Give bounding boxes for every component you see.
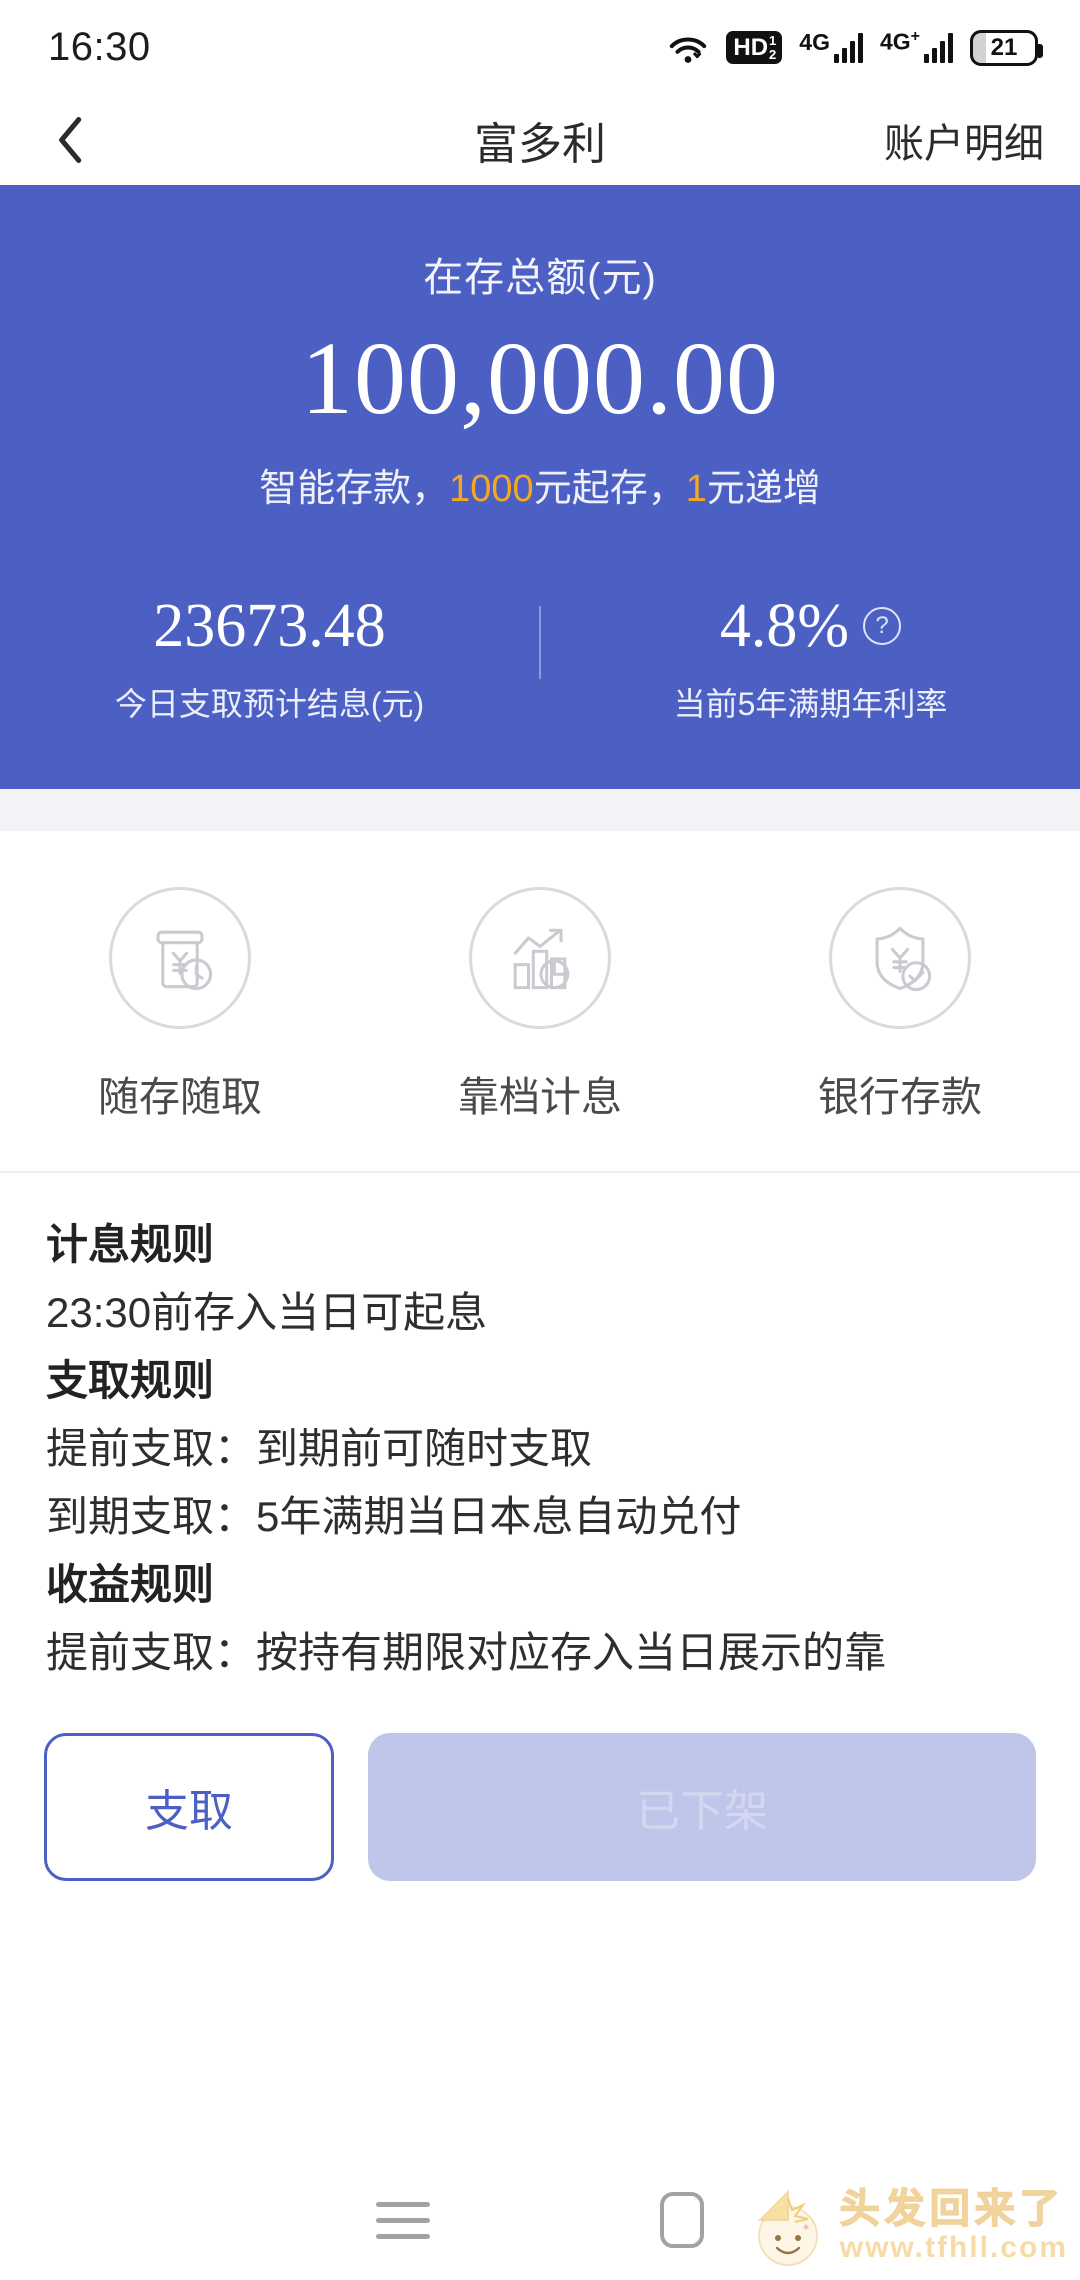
status-bar: 16:30 HD 1 2 4G 4G+ 21 [0, 0, 1080, 95]
network-type-label-2: 4G [879, 28, 911, 55]
hero-stats-row: 23673.48 今日支取预计结息(元) 4.8% ? 当前5年满期年利率 [0, 592, 1080, 724]
action-button-row: 支取 已下架 [0, 1686, 1080, 1881]
feature-label: 银行存款 [818, 1073, 982, 1120]
rules-heading-earnings: 收益规则 [46, 1560, 215, 1608]
app-header: 富多利 账户明细 [0, 95, 1080, 185]
terms-increment: 1 [685, 468, 707, 511]
balance-label: 在存总额(元) [423, 256, 657, 300]
terms-text-1: 智能存款， [259, 468, 450, 511]
watermark-url: www.tfhll.com [839, 2231, 1068, 2264]
stat-annual-rate-caption: 当前5年满期年利率 [673, 685, 948, 722]
stat-annual-rate: 4.8% ? 当前5年满期年利率 [541, 592, 1080, 724]
terms-text-2: 元起存， [533, 468, 686, 511]
feature-label: 靠档计息 [458, 1073, 622, 1120]
battery-icon: 21 [970, 29, 1043, 66]
signal-4g-icon: 4G [799, 28, 863, 63]
stat-annual-rate-value: 4.8% [719, 592, 850, 661]
rules-heading-interest: 计息规则 [46, 1220, 215, 1268]
recents-menu-icon[interactable] [376, 2201, 430, 2239]
home-square-icon[interactable] [660, 2192, 704, 2248]
signal-4g-plus-icon: 4G+ [880, 28, 953, 63]
stat-annual-rate-value-wrap: 4.8% ? [551, 592, 1070, 660]
status-bar-clock: 16:30 [48, 25, 151, 69]
feature-flexible-withdrawal[interactable]: 随存随取 [0, 886, 360, 1123]
rules-heading-withdrawal: 支取规则 [46, 1356, 215, 1404]
watermark-title: 头发回来了 [839, 2187, 1065, 2231]
rules-section: 计息规则 23:30前存入当日可起息 支取规则 提前支取：到期前可随时支取 到期… [0, 1172, 1080, 1687]
chevron-left-icon [54, 115, 88, 165]
rules-text-withdrawal-2: 到期支取：5年满期当日本息自动兑付 [46, 1492, 742, 1540]
section-gap [0, 788, 1080, 831]
stat-today-interest: 23673.48 今日支取预计结息(元) [0, 592, 539, 724]
balance-amount: 100,000.00 [301, 321, 779, 436]
status-bar-icons: HD 1 2 4G 4G+ 21 [667, 28, 1043, 66]
network-plus-label: + [910, 27, 920, 45]
watermark-text: 头发回来了 www.tfhll.com [839, 2187, 1068, 2264]
hd-sim-bottom: 2 [769, 46, 777, 62]
watermark: 头发回来了 www.tfhll.com [742, 2180, 1068, 2272]
rules-text-interest-1: 23:30前存入当日可起息 [46, 1288, 488, 1336]
shield-yuan-check-icon [829, 886, 971, 1029]
phone-screen: 16:30 HD 1 2 4G 4G+ 21 富多利 账户明细 在存总额(元) … [0, 0, 1080, 2280]
signal-bars-1 [833, 32, 863, 63]
terms-text-3: 元递增 [706, 468, 821, 511]
rules-text-withdrawal-1: 提前支取：到期前可随时支取 [46, 1424, 593, 1472]
feature-label: 随存随取 [98, 1073, 262, 1120]
feature-tiered-interest[interactable]: 靠档计息 [360, 886, 720, 1123]
bar-chart-trend-icon [469, 886, 611, 1029]
hd-volte-icon: HD 1 2 [726, 31, 783, 64]
wifi-icon [667, 31, 709, 65]
network-type-label-1: 4G [799, 28, 830, 55]
hd-label: HD [733, 33, 769, 61]
back-button[interactable] [36, 105, 106, 175]
feature-highlights-row: 随存随取 靠档计息 银行存款 [0, 830, 1080, 1173]
hd-sim-top: 1 [769, 33, 777, 49]
balance-hero-panel: 在存总额(元) 100,000.00 智能存款，1000元起存，1元递增 236… [0, 185, 1080, 789]
feature-bank-deposit[interactable]: 银行存款 [720, 886, 1080, 1123]
delisted-button: 已下架 [368, 1732, 1036, 1881]
question-mark-icon[interactable]: ? [863, 607, 902, 646]
rules-text-earnings-1: 提前支取：按持有期限对应存入当日展示的靠 [46, 1628, 887, 1676]
signal-bars-2 [924, 32, 953, 63]
stat-today-interest-value: 23673.48 [153, 592, 386, 661]
cartoon-face-logo [742, 2180, 834, 2272]
terms-min-amount: 1000 [449, 468, 534, 511]
battery-level-label: 21 [990, 33, 1018, 61]
deposit-jar-clock-icon [109, 886, 251, 1029]
product-terms-line: 智能存款，1000元起存，1元递增 [0, 457, 1080, 512]
account-details-link[interactable]: 账户明细 [884, 111, 1044, 169]
stat-today-interest-caption: 今日支取预计结息(元) [114, 685, 425, 722]
withdraw-button[interactable]: 支取 [44, 1732, 334, 1881]
